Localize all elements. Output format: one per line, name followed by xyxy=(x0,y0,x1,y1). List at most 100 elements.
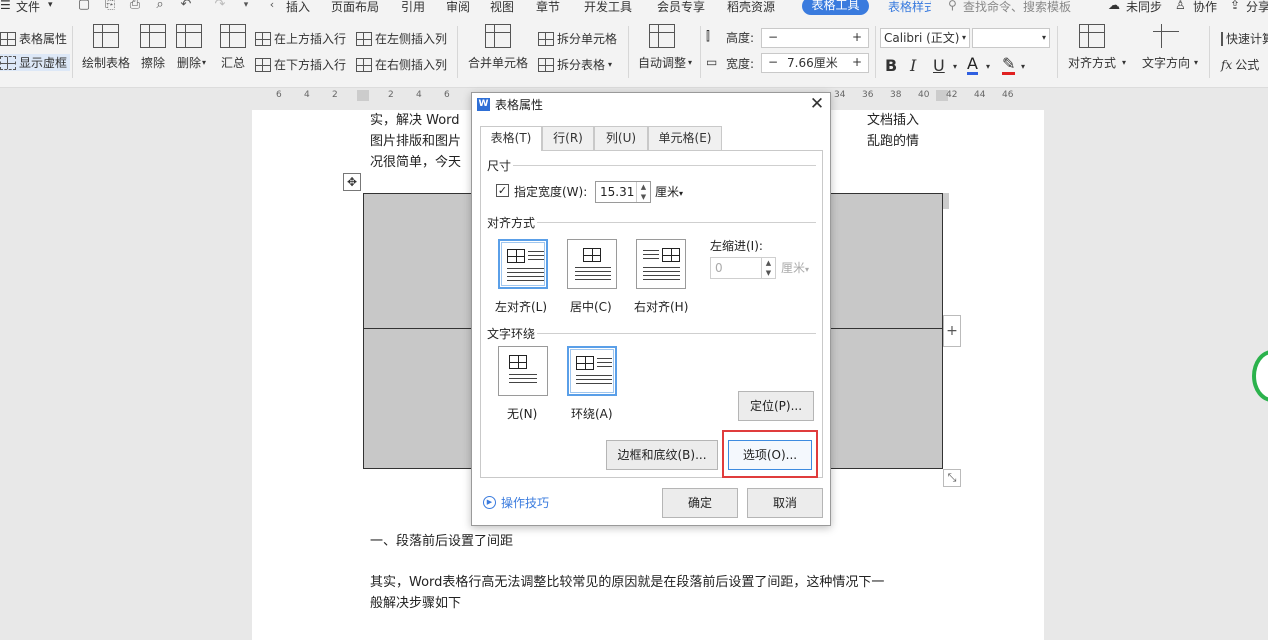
tab-references[interactable]: 引用 xyxy=(401,0,425,15)
spin-arrows-icon[interactable]: ▲ ▼ xyxy=(636,182,650,202)
wrap-none-option[interactable] xyxy=(498,346,548,396)
print-preview-icon[interactable]: ⌕ xyxy=(152,0,168,13)
collaborate-button[interactable]: 协作 xyxy=(1193,0,1217,15)
chevron-down-icon[interactable]: ▾ xyxy=(1021,62,1025,71)
tab-table-style[interactable]: 表格样式 xyxy=(888,0,931,15)
chevron-down-icon: ▾ xyxy=(1041,33,1046,42)
plus-icon[interactable]: + xyxy=(852,28,862,46)
show-gridlines-button[interactable]: 显示虚框 xyxy=(0,54,71,71)
indent-unit-select[interactable]: 厘米▾ xyxy=(781,259,809,276)
tab-sections[interactable]: 章节 xyxy=(536,0,560,15)
table-width-input[interactable]: 15.31 ▲ ▼ xyxy=(595,181,651,203)
table-properties-button[interactable]: 表格属性 xyxy=(0,30,67,47)
share-button[interactable]: 分享 xyxy=(1246,0,1268,15)
print-icon[interactable]: ⎙ xyxy=(127,0,143,13)
text-direction-button[interactable]: 文字方向 xyxy=(1142,24,1190,71)
table-resize-icon[interactable]: ⤡ xyxy=(943,469,961,487)
search-command-input[interactable]: 查找命令、搜索模板 xyxy=(963,0,1071,15)
tab-view[interactable]: 视图 xyxy=(490,0,514,15)
split-cells-button[interactable]: 拆分单元格 xyxy=(538,30,617,47)
font-color-icon[interactable]: A xyxy=(967,56,978,75)
align-right-option[interactable] xyxy=(636,239,686,289)
bold-icon[interactable]: B xyxy=(885,56,897,75)
ruler-marker[interactable] xyxy=(357,90,369,101)
add-column-icon[interactable]: + xyxy=(943,315,961,347)
row-height-icon: ⫿ xyxy=(706,29,710,43)
wrap-around-option[interactable] xyxy=(567,346,617,396)
export-icon[interactable]: ⎘ xyxy=(102,0,118,13)
chevron-left-icon[interactable]: ‹ xyxy=(264,0,280,13)
split-table-button[interactable]: 拆分表格 ▾ xyxy=(538,56,612,73)
tab-cell[interactable]: 单元格(E) xyxy=(648,126,722,150)
text-wrap-group-label: 文字环绕 xyxy=(487,327,536,341)
tab-insert[interactable]: 插入 xyxy=(286,0,310,15)
width-input[interactable]: − 7.66厘米 + xyxy=(761,53,869,73)
tab-page-layout[interactable]: 页面布局 xyxy=(331,0,379,15)
menu-bar: ☰ 文件 ▾ ▢ ⎘ ⎙ ⌕ ↶ ↷ ▾ ‹ 插入 页面布局 引用 审阅 视图 … xyxy=(0,0,1268,16)
delete-table-icon xyxy=(176,24,202,48)
align-center-option[interactable] xyxy=(567,239,617,289)
table-wrap-icon xyxy=(576,356,594,370)
quick-calc-button[interactable]: 快速计算 xyxy=(1221,30,1268,47)
cancel-button[interactable]: 取消 xyxy=(747,488,823,518)
sync-status[interactable]: 未同步 xyxy=(1126,0,1162,15)
spin-arrows-icon[interactable]: ▲ ▼ xyxy=(761,258,775,278)
formula-button[interactable]: fx 公式 xyxy=(1221,56,1259,73)
plus-icon[interactable]: + xyxy=(852,53,862,71)
insert-row-below-button[interactable]: 在下方插入行 xyxy=(255,56,346,73)
tab-table-tools[interactable]: 表格工具 xyxy=(802,0,869,15)
position-button[interactable]: 定位(P)... xyxy=(738,391,814,421)
tab-table[interactable]: 表格(T) xyxy=(480,126,542,151)
align-left-option[interactable] xyxy=(498,239,548,289)
auto-fit-button[interactable]: 自动调整 xyxy=(638,24,686,71)
dialog-titlebar[interactable]: W 表格属性 ✕ xyxy=(472,93,830,117)
insert-column-left-button[interactable]: 在左侧插入列 xyxy=(356,30,447,47)
redo-icon[interactable]: ↷ xyxy=(212,0,228,13)
chevron-down-icon[interactable]: ▾ xyxy=(1194,58,1198,67)
ok-button[interactable]: 确定 xyxy=(662,488,738,518)
menu-file[interactable]: 文件 xyxy=(16,0,40,15)
italic-icon[interactable]: I xyxy=(910,56,916,75)
borders-shading-button[interactable]: 边框和底纹(B)... xyxy=(606,440,718,470)
merge-cells-button[interactable]: 合并单元格 xyxy=(468,24,528,71)
tab-docer[interactable]: 稻壳资源 xyxy=(727,0,775,15)
underline-icon[interactable]: U xyxy=(933,56,945,75)
specify-width-checkbox[interactable]: ✓ xyxy=(496,184,509,197)
font-name-select[interactable]: Calibri (正文) ▾ xyxy=(880,28,970,48)
insert-column-right-button[interactable]: 在右侧插入列 xyxy=(356,56,447,73)
height-input[interactable]: − + xyxy=(761,28,869,48)
chevron-down-icon[interactable]: ▾ xyxy=(953,62,957,71)
table-move-icon[interactable]: ✥ xyxy=(343,173,361,191)
chevron-down-icon[interactable]: ▾ xyxy=(48,0,53,10)
width-unit-select[interactable]: 厘米▾ xyxy=(655,183,683,200)
minus-icon[interactable]: − xyxy=(768,53,778,71)
delete-button[interactable]: 删除 xyxy=(176,24,202,71)
draw-table-button[interactable]: 绘制表格 xyxy=(82,24,130,71)
alignment-button[interactable]: 对齐方式 xyxy=(1068,24,1116,71)
chevron-down-icon[interactable]: ▾ xyxy=(1122,58,1126,67)
tab-member[interactable]: 会员专享 xyxy=(657,0,705,15)
chevron-down-icon[interactable]: ▾ xyxy=(202,58,206,67)
tab-row[interactable]: 行(R) xyxy=(542,126,594,150)
dialog-title: 表格属性 xyxy=(495,98,544,112)
erase-button[interactable]: 擦除 xyxy=(140,24,166,71)
align-icon xyxy=(1079,24,1105,48)
font-size-select[interactable]: ▾ xyxy=(972,28,1050,48)
minus-icon[interactable]: − xyxy=(768,28,778,46)
left-indent-input[interactable]: 0 ▲ ▼ xyxy=(710,257,776,279)
chevron-down-icon[interactable]: ▾ xyxy=(688,58,692,67)
insert-row-above-button[interactable]: 在上方插入行 xyxy=(255,30,346,47)
close-icon[interactable]: ✕ xyxy=(807,94,827,114)
customize-chevron-icon[interactable]: ▾ xyxy=(238,0,254,13)
assistant-float-icon[interactable] xyxy=(1252,350,1268,402)
chevron-down-icon[interactable]: ▾ xyxy=(986,62,990,71)
summary-button[interactable]: 汇总 xyxy=(220,24,246,71)
highlight-pen-icon[interactable]: ✎ xyxy=(1002,56,1016,75)
hamburger-icon[interactable]: ☰ xyxy=(0,0,11,12)
tab-review[interactable]: 审阅 xyxy=(446,0,470,15)
tab-column[interactable]: 列(U) xyxy=(594,126,648,150)
operation-tips-link[interactable]: ▶ 操作技巧 xyxy=(483,494,549,511)
save-icon[interactable]: ▢ xyxy=(76,0,92,13)
undo-icon[interactable]: ↶ xyxy=(178,0,194,13)
tab-developer[interactable]: 开发工具 xyxy=(584,0,632,15)
